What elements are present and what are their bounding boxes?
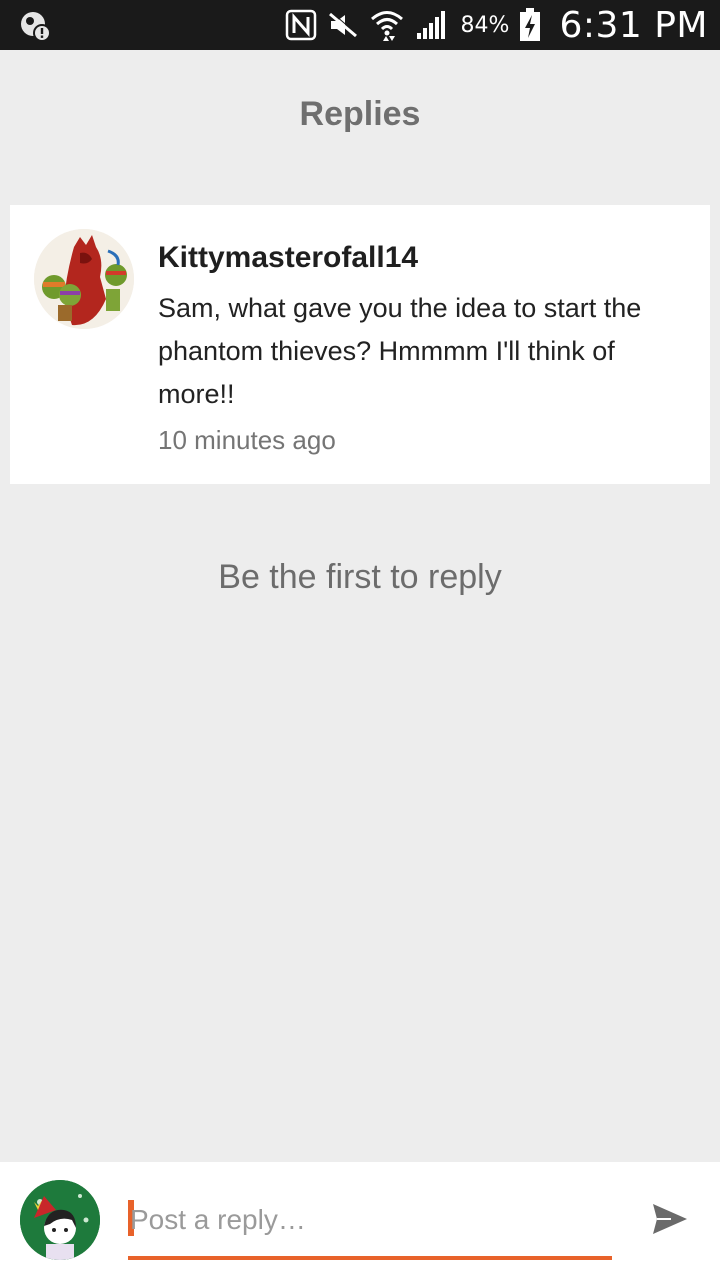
comment-timestamp: 10 minutes ago	[158, 425, 336, 455]
battery-charging-icon	[519, 7, 541, 43]
comment-username[interactable]: Kittymasterofall14	[158, 241, 418, 275]
battery-percent: 84%	[460, 12, 510, 38]
nfc-icon	[285, 7, 317, 43]
send-icon	[651, 1202, 689, 1241]
avatar[interactable]	[34, 229, 134, 329]
reply-bar	[0, 1162, 720, 1280]
reply-input[interactable]	[128, 1198, 612, 1242]
comment-card: Kittymasterofall14 Sam, what gave you th…	[10, 205, 710, 484]
page-title: Replies	[299, 95, 421, 133]
user-avatar[interactable]	[20, 1180, 100, 1260]
status-bar: 84% 6:31 PM	[0, 0, 720, 50]
reply-input-container[interactable]	[128, 1198, 612, 1260]
signal-icon	[415, 7, 449, 43]
clock: 6:31 PM	[559, 4, 708, 46]
comment-text: Sam, what gave you the idea to start the…	[158, 293, 642, 409]
send-button[interactable]	[646, 1200, 694, 1242]
wifi-icon	[369, 7, 405, 43]
mute-icon	[327, 7, 359, 43]
empty-state-message: Be the first to reply	[218, 558, 502, 596]
notification-alert-icon	[18, 8, 54, 44]
